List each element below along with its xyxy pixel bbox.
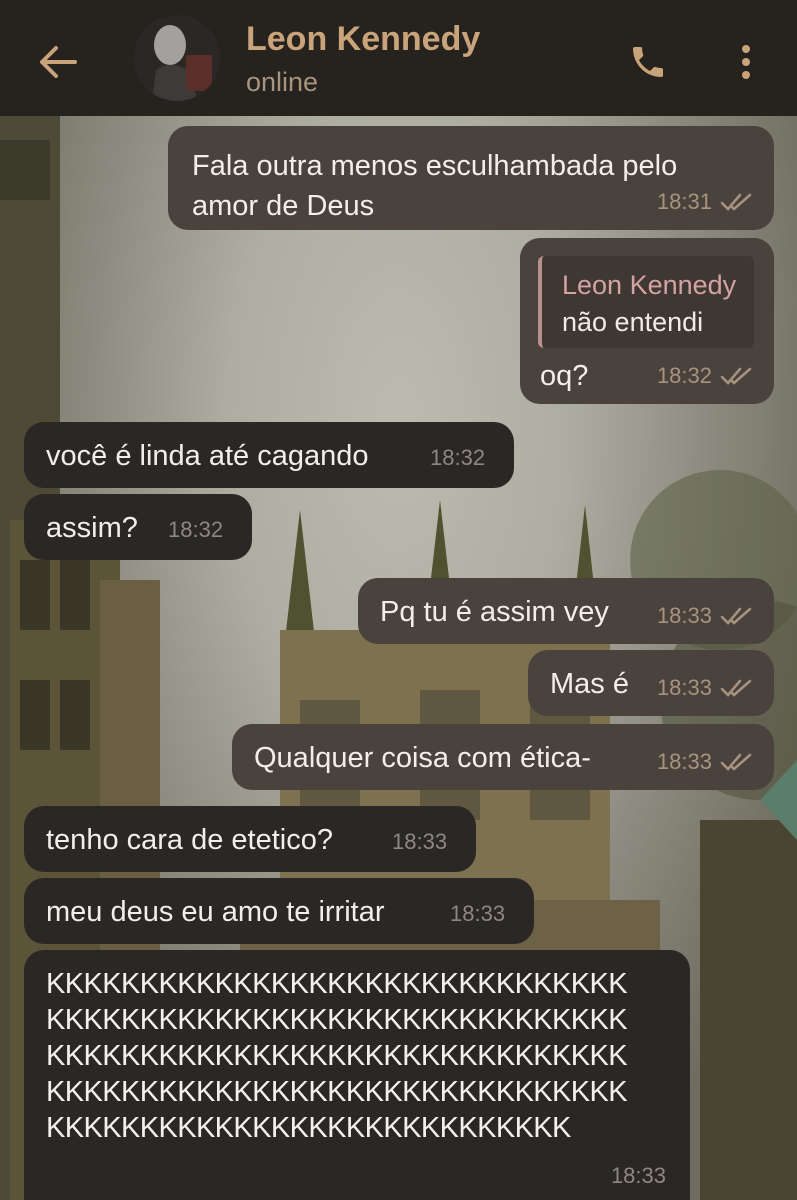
message-meta: 18:33: [657, 742, 756, 782]
message-text: assim?: [46, 512, 138, 544]
message-time: 18:33: [392, 829, 448, 854]
message-text-line: KKKKKKKKKKKKKKKKKKKKKKKKKKKK: [46, 1112, 571, 1144]
avatar-image: [134, 15, 220, 101]
message-time: 18:33: [656, 603, 712, 628]
reply-quote-author: Leon Kennedy: [562, 270, 737, 300]
reply-quote-text: não entendi: [562, 307, 704, 337]
message-text: Qualquer coisa com ética-: [254, 742, 591, 774]
phone-icon: [633, 47, 663, 77]
message-meta: 18:31: [657, 182, 756, 222]
message-meta: 18:33: [657, 668, 756, 708]
double-check-icon: [720, 367, 752, 385]
double-check-icon: [720, 607, 752, 625]
message-time: 18:33: [656, 675, 712, 700]
message-bubble-incoming[interactable]: KKKKKKKKKKKKKKKKKKKKKKKKKKKKKKK KKKKKKKK…: [24, 950, 690, 1200]
message-meta: 18:32: [657, 356, 756, 396]
message-time: 18:32: [168, 517, 224, 542]
message-text-line: KKKKKKKKKKKKKKKKKKKKKKKKKKKKKKK: [46, 1076, 628, 1108]
message-text-line: KKKKKKKKKKKKKKKKKKKKKKKKKKKKKKK: [46, 1004, 628, 1036]
message-bubble-incoming[interactable]: meu deus eu amo te irritar 18:33: [24, 878, 534, 944]
chat-header: Leon Kennedy online: [0, 0, 797, 116]
contact-status: online: [246, 67, 319, 97]
message-bubble-incoming[interactable]: você é linda até cagando 18:32: [24, 422, 514, 488]
message-meta: 18:33: [657, 596, 756, 636]
more-options-button[interactable]: [728, 38, 764, 86]
message-text: oq?: [540, 360, 589, 392]
message-text: meu deus eu amo te irritar: [46, 896, 385, 928]
message-time: 18:33: [450, 901, 506, 926]
message-time: 18:33: [610, 1163, 666, 1188]
back-arrow-icon: [40, 46, 77, 78]
avatar[interactable]: [134, 15, 220, 101]
double-check-icon: [720, 753, 752, 771]
more-vertical-icon: [742, 45, 750, 79]
message-time: 18:31: [656, 189, 712, 214]
message-bubble-outgoing[interactable]: Pq tu é assim vey 18:33: [358, 578, 774, 644]
message-text: tenho cara de etetico?: [46, 824, 333, 856]
message-text-line: KKKKKKKKKKKKKKKKKKKKKKKKKKKKKKK: [46, 968, 628, 1000]
message-bubble-outgoing[interactable]: Leon Kennedy não entendi oq? 18:32: [520, 238, 774, 404]
message-text-block: KKKKKKKKKKKKKKKKKKKKKKKKKKKKKKK KKKKKKKK…: [46, 966, 628, 1146]
message-text-line: KKKKKKKKKKKKKKKKKKKKKKKKKKKKKKK: [46, 1040, 628, 1072]
back-button[interactable]: [36, 40, 80, 84]
double-check-icon: [720, 193, 752, 211]
message-text: você é linda até cagando: [46, 440, 369, 472]
message-text: Pq tu é assim vey: [380, 596, 609, 628]
message-bubble-incoming[interactable]: tenho cara de etetico? 18:33: [24, 806, 476, 872]
message-time: 18:32: [656, 363, 712, 388]
message-text: Fala outra menos esculhambada pelo: [192, 150, 678, 182]
message-time: 18:32: [430, 445, 486, 470]
message-bubble-incoming[interactable]: assim? 18:32: [24, 494, 252, 560]
message-text: amor de Deus: [192, 190, 375, 222]
reply-quote[interactable]: Leon Kennedy não entendi: [538, 256, 754, 348]
double-check-icon: [720, 679, 752, 697]
message-bubble-outgoing[interactable]: Mas é 18:33: [528, 650, 774, 716]
message-bubble-outgoing[interactable]: Fala outra menos esculhambada pelo amor …: [168, 126, 774, 230]
message-text: Mas é: [550, 668, 629, 700]
message-time: 18:33: [656, 749, 712, 774]
call-button[interactable]: [624, 38, 672, 86]
contact-name[interactable]: Leon Kennedy: [246, 20, 480, 59]
message-bubble-outgoing[interactable]: Qualquer coisa com ética- 18:33: [232, 724, 774, 790]
